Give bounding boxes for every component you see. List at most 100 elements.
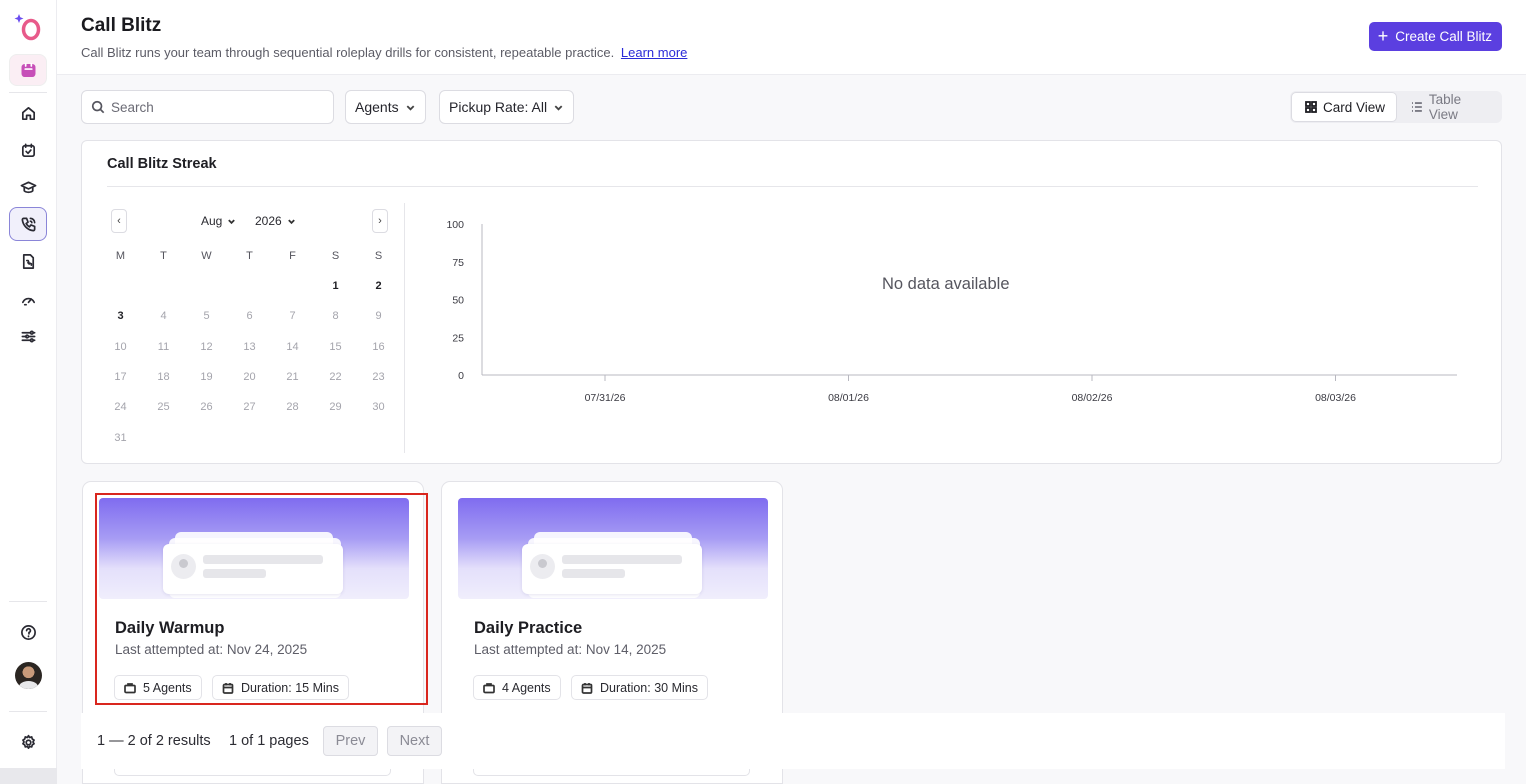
calendar-day[interactable]: 1 xyxy=(326,280,346,292)
calendar-day[interactable]: 9 xyxy=(369,310,389,322)
year-select[interactable]: 2026 xyxy=(255,214,296,228)
weekday-label: M xyxy=(115,250,126,262)
agents-filter[interactable]: Agents xyxy=(345,90,426,124)
streak-title: Call Blitz Streak xyxy=(107,156,217,172)
sidebar-item-home[interactable] xyxy=(9,97,47,129)
sidebar-item-learning[interactable] xyxy=(9,171,47,203)
calendar-day[interactable]: 30 xyxy=(369,401,389,413)
calendar-day[interactable]: 27 xyxy=(240,401,260,413)
calendar-day[interactable]: 28 xyxy=(283,401,303,413)
sidebar-item-call-blitz[interactable] xyxy=(9,207,47,241)
calendar-day[interactable]: 19 xyxy=(197,371,217,383)
table-view-label: Table View xyxy=(1428,92,1462,122)
learn-more-link[interactable]: Learn more xyxy=(621,45,687,60)
streak-chart: 100 75 50 25 0 07/31/26 08/01/26 08/02/26 08/03/… xyxy=(446,219,1457,404)
y-tick-label: 0 xyxy=(458,370,464,382)
calendar-day[interactable]: 18 xyxy=(154,371,174,383)
calendar-day[interactable]: 15 xyxy=(326,341,346,353)
calendar-prev-button[interactable]: ‹ xyxy=(111,209,127,233)
weekday-label: W xyxy=(201,250,212,262)
calendar-day[interactable]: 6 xyxy=(240,310,260,322)
calendar-day[interactable]: 10 xyxy=(111,341,131,353)
calendar-day[interactable]: 21 xyxy=(283,371,303,383)
create-call-blitz-button[interactable]: + Create Call Blitz xyxy=(1368,22,1502,51)
duration-badge: Duration: 30 Mins xyxy=(571,675,708,700)
calendar-day[interactable]: 2 xyxy=(369,280,389,292)
agents-badge: 4 Agents xyxy=(473,675,561,700)
phone-call-icon xyxy=(21,217,35,231)
streak-panel: Call Blitz Streak ‹ Aug 2026 › MTWTFSS12… xyxy=(81,140,1502,464)
calendar-day[interactable]: 29 xyxy=(326,401,346,413)
search-icon xyxy=(91,100,105,114)
calendar-day[interactable]: 26 xyxy=(197,401,217,413)
chevron-down-icon xyxy=(554,104,563,111)
calendar-day[interactable]: 16 xyxy=(369,341,389,353)
calendar-icon xyxy=(21,62,35,77)
chevron-down-icon xyxy=(228,219,236,224)
y-tick-label: 75 xyxy=(452,257,464,269)
app-logo[interactable] xyxy=(14,12,42,42)
page-count: 1 of 1 pages xyxy=(229,733,309,749)
prev-page-button[interactable]: Prev xyxy=(323,726,378,756)
weekday-label: T xyxy=(160,250,167,262)
card-view-button[interactable]: Card View xyxy=(1291,92,1397,122)
month-label: Aug xyxy=(201,214,223,228)
calendar-day[interactable]: 3 xyxy=(111,310,131,322)
calendar-day[interactable]: 8 xyxy=(326,310,346,322)
sidebar-divider xyxy=(9,92,47,93)
sidebar-item-schedule[interactable] xyxy=(9,134,47,166)
calendar-day[interactable]: 24 xyxy=(111,401,131,413)
plus-icon: + xyxy=(1377,25,1389,46)
calendar-day[interactable]: 31 xyxy=(111,432,131,444)
page-subtitle: Call Blitz runs your team through sequen… xyxy=(81,45,687,60)
briefcase-icon xyxy=(483,682,495,693)
view-toggle: Card View Table View xyxy=(1290,91,1502,123)
calendar-day[interactable]: 25 xyxy=(154,401,174,413)
grid-icon xyxy=(1305,101,1317,113)
search-box[interactable] xyxy=(81,90,334,124)
sidebar-divider xyxy=(9,601,47,602)
calendar-day[interactable]: 20 xyxy=(240,371,260,383)
calendar-day[interactable]: 4 xyxy=(154,310,174,322)
search-input[interactable] xyxy=(111,99,311,115)
settings-button[interactable] xyxy=(9,726,47,758)
calendar-day[interactable]: 12 xyxy=(197,341,217,353)
calendar-icon xyxy=(581,682,593,694)
calendar-app-button[interactable] xyxy=(9,54,47,86)
calendar-day[interactable]: 14 xyxy=(283,341,303,353)
calendar-day[interactable]: 13 xyxy=(240,341,260,353)
list-icon xyxy=(1411,102,1422,112)
graduation-cap-icon xyxy=(20,180,36,193)
card-view-label: Card View xyxy=(1323,99,1386,115)
calendar-day[interactable]: 17 xyxy=(111,371,131,383)
duration-value: Duration: 30 Mins xyxy=(600,680,698,695)
sidebar-item-settings-sliders[interactable] xyxy=(9,320,47,352)
sidebar-item-call-logs[interactable] xyxy=(9,245,47,277)
calendar-day[interactable]: 23 xyxy=(369,371,389,383)
avatar[interactable] xyxy=(15,662,42,689)
agents-filter-label: Agents xyxy=(355,99,399,115)
next-page-button[interactable]: Next xyxy=(387,726,442,756)
calendar-day[interactable]: 11 xyxy=(154,341,174,353)
table-view-button[interactable]: Table View xyxy=(1398,92,1502,122)
calendar-day[interactable]: 22 xyxy=(326,371,346,383)
calendar-day[interactable]: 5 xyxy=(197,310,217,322)
no-data-message: No data available xyxy=(882,275,1010,293)
help-circle-icon xyxy=(20,624,36,640)
calendar-day[interactable]: 7 xyxy=(283,310,303,322)
sliders-icon xyxy=(21,330,35,342)
help-button[interactable] xyxy=(9,616,47,648)
chevron-down-icon xyxy=(406,104,414,111)
chevron-down-icon xyxy=(287,219,295,224)
y-tick-label: 100 xyxy=(446,219,464,231)
create-call-blitz-label: Create Call Blitz xyxy=(1395,29,1492,44)
calendar-next-button[interactable]: › xyxy=(372,209,388,233)
card-title: Daily Practice xyxy=(474,619,583,637)
pickup-rate-filter[interactable]: Pickup Rate: All xyxy=(439,90,575,124)
year-label: 2026 xyxy=(255,214,282,228)
page-header: Call Blitz Call Blitz runs your team thr… xyxy=(57,0,1526,75)
y-tick-label: 50 xyxy=(452,295,464,307)
sidebar-item-analytics[interactable] xyxy=(9,283,47,315)
x-tick-label: 07/31/26 xyxy=(585,392,626,404)
month-select[interactable]: Aug xyxy=(201,214,236,228)
